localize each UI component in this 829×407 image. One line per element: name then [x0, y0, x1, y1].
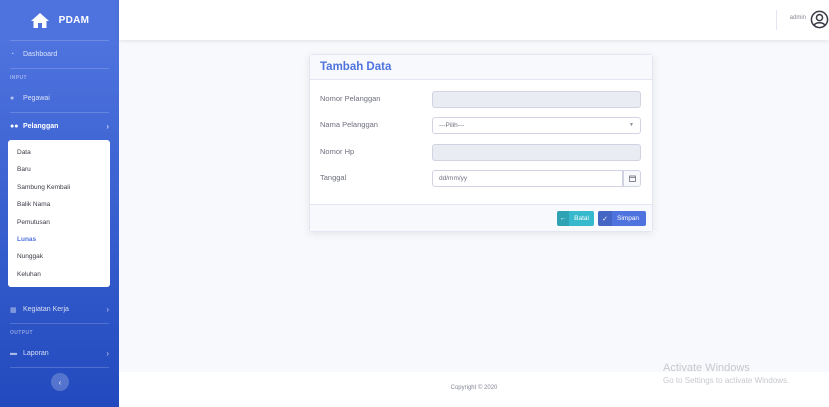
nomor-hp-label: Nomor Hp	[320, 147, 355, 156]
submenu-item-data[interactable]: Data	[8, 144, 110, 161]
form-row-nama-pelanggan: Nama Pelanggan ---Pilih--- ▼	[320, 117, 641, 134]
chevron-right-icon: ›	[106, 305, 109, 314]
sidebar-item-kegiatan-kerja[interactable]: ▦ Kegiatan Kerja ›	[0, 296, 119, 323]
submenu-item-pemutusan[interactable]: Pemutusan	[8, 214, 110, 231]
form-row-nomor-pelanggan: Nomor Pelanggan	[320, 91, 641, 108]
arrow-left-icon: ←	[557, 211, 570, 226]
nama-pelanggan-select[interactable]: ---Pilih--- ▼	[432, 117, 641, 134]
sidebar-item-laporan[interactable]: ▬ Laporan ›	[0, 340, 119, 367]
form-row-nomor-hp: Nomor Hp	[320, 144, 641, 161]
copyright-text: Copyright © 2020	[450, 385, 498, 391]
batal-label: Batal	[574, 215, 589, 222]
submenu-item-keluhan[interactable]: Keluhan	[8, 266, 110, 283]
card-footer: ← Batal ✓ Simpan	[310, 204, 652, 231]
sidebar-item-label: Laporan	[23, 350, 49, 357]
sidebar: PDAM ◔ Dashboard INPUT ● Pegawai ●● Pela…	[0, 0, 119, 407]
date-picker-button[interactable]	[623, 170, 641, 187]
sidebar-divider	[10, 367, 109, 368]
sidebar-item-dashboard[interactable]: ◔ Dashboard	[0, 41, 119, 68]
folder-icon: ▬	[10, 350, 17, 357]
tanggal-label: Tanggal	[320, 173, 347, 182]
form-row-tanggal: Tanggal dd/mm/yy	[320, 170, 641, 187]
username[interactable]: admin	[790, 15, 806, 21]
chevron-right-icon: ›	[106, 349, 109, 358]
nomor-hp-input[interactable]	[432, 144, 641, 161]
submenu-item-baru[interactable]: Baru	[8, 161, 110, 178]
nomor-pelanggan-label: Nomor Pelanggan	[320, 94, 381, 103]
calendar-icon	[628, 175, 636, 182]
sidebar-toggle-button[interactable]: ‹	[51, 373, 69, 391]
sidebar-item-label: Pegawai	[23, 95, 50, 102]
activate-windows-watermark: Activate Windows Go to Settings to activ…	[663, 362, 789, 385]
pelanggan-submenu: Data Baru Sambung Kembali Balik Nama Pem…	[8, 140, 110, 287]
home-icon	[30, 12, 49, 28]
check-icon: ✓	[598, 211, 612, 226]
caret-down-icon: ▼	[629, 122, 634, 128]
sidebar-item-pelanggan[interactable]: ●● Pelanggan ›	[0, 113, 119, 140]
tambah-data-card: Tambah Data Nomor Pelanggan Nama Pelangg…	[309, 54, 653, 232]
topbar-divider	[776, 10, 777, 30]
tanggal-input[interactable]: dd/mm/yy	[432, 170, 623, 187]
nama-pelanggan-label: Nama Pelanggan	[320, 120, 378, 129]
card-header: Tambah Data	[310, 55, 652, 80]
sidebar-heading-input: INPUT	[10, 75, 27, 81]
sidebar-heading-output: OUTPUT	[10, 330, 33, 336]
user-icon: ●	[10, 95, 15, 102]
submenu-item-sambung-kembali[interactable]: Sambung Kembali	[8, 179, 110, 196]
sidebar-item-label: Kegiatan Kerja	[23, 306, 69, 313]
user-circle-icon[interactable]	[810, 10, 829, 29]
dashboard-icon: ◔	[10, 51, 15, 58]
submenu-item-nunggak[interactable]: Nunggak	[8, 248, 110, 265]
sidebar-item-label: Dashboard	[23, 51, 58, 58]
sidebar-item-pegawai[interactable]: ● Pegawai	[0, 85, 119, 112]
chevron-right-icon: ›	[106, 122, 109, 131]
watermark-subtitle: Go to Settings to activate Windows.	[663, 376, 790, 385]
sidebar-item-label: Pelanggan	[23, 123, 59, 130]
calendar-icon: ▦	[10, 306, 17, 314]
simpan-label: Simpan	[617, 215, 640, 222]
submenu-item-lunas[interactable]: Lunas	[8, 231, 110, 248]
users-icon: ●●	[10, 123, 19, 130]
watermark-title: Activate Windows	[663, 362, 750, 374]
nomor-pelanggan-input[interactable]	[432, 91, 641, 108]
batal-button[interactable]: ← Batal	[557, 211, 594, 226]
topbar: admin	[119, 0, 829, 40]
nama-pelanggan-selected: ---Pilih---	[439, 122, 465, 129]
simpan-button[interactable]: ✓ Simpan	[598, 211, 646, 226]
brand-name: PDAM	[58, 14, 90, 26]
brand-link[interactable]: PDAM	[0, 0, 119, 40]
card-title: Tambah Data	[320, 61, 392, 73]
submenu-item-balik-nama[interactable]: Balik Nama	[8, 196, 110, 213]
chevron-left-icon: ‹	[58, 377, 62, 387]
